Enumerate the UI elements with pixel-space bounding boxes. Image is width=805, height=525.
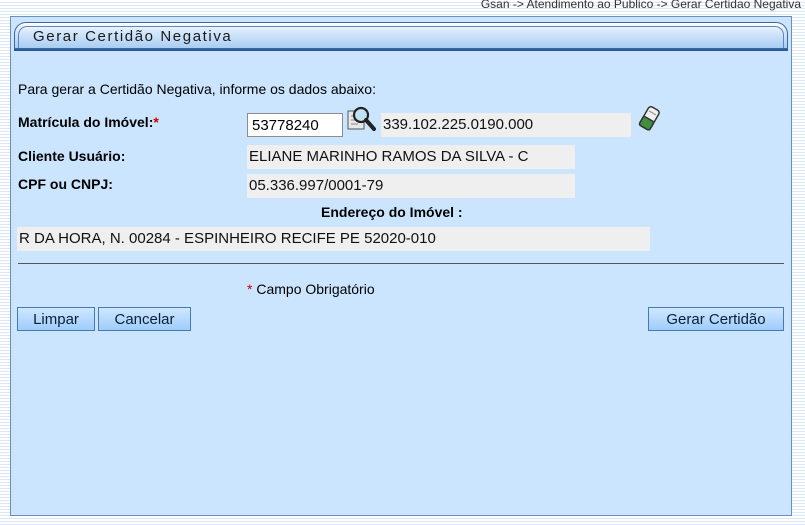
limpar-button[interactable]: Limpar — [17, 307, 95, 331]
page-title: Gerar Certidão Negativa — [33, 28, 233, 45]
gerar-certidao-button[interactable]: Gerar Certidão — [648, 307, 784, 331]
panel-title-bar: Gerar Certidão Negativa — [14, 22, 788, 49]
cliente-label: Cliente Usuário: — [18, 148, 126, 164]
cpf-label: CPF ou CNPJ: — [18, 176, 113, 192]
endereco-label: Endereço do Imóvel : — [321, 204, 463, 220]
divider — [18, 263, 784, 264]
required-asterisk: * — [153, 114, 159, 130]
matricula-label: Matrícula do Imóvel:* — [18, 114, 159, 130]
cpf-field: 05.336.997/0001-79 — [247, 174, 575, 198]
magnifier-search-icon[interactable] — [347, 105, 377, 138]
endereco-field: R DA HORA, N. 00284 - ESPINHEIRO RECIFE … — [17, 227, 650, 251]
form-panel: Gerar Certidão Negativa Para gerar a Cer… — [10, 16, 792, 516]
eraser-icon[interactable] — [637, 105, 661, 138]
cliente-field: ELIANE MARINHO RAMOS DA SILVA - C — [247, 145, 575, 169]
matricula-input[interactable] — [247, 113, 343, 137]
required-note: * Campo Obrigatório — [247, 281, 375, 297]
cancelar-button[interactable]: Cancelar — [98, 307, 191, 331]
breadcrumb: Gsan -> Atendimento ao Publico -> Gerar … — [480, 0, 801, 11]
intro-text: Para gerar a Certidão Negativa, informe … — [18, 81, 376, 97]
inscricao-field: 339.102.225.0190.000 — [381, 113, 631, 137]
